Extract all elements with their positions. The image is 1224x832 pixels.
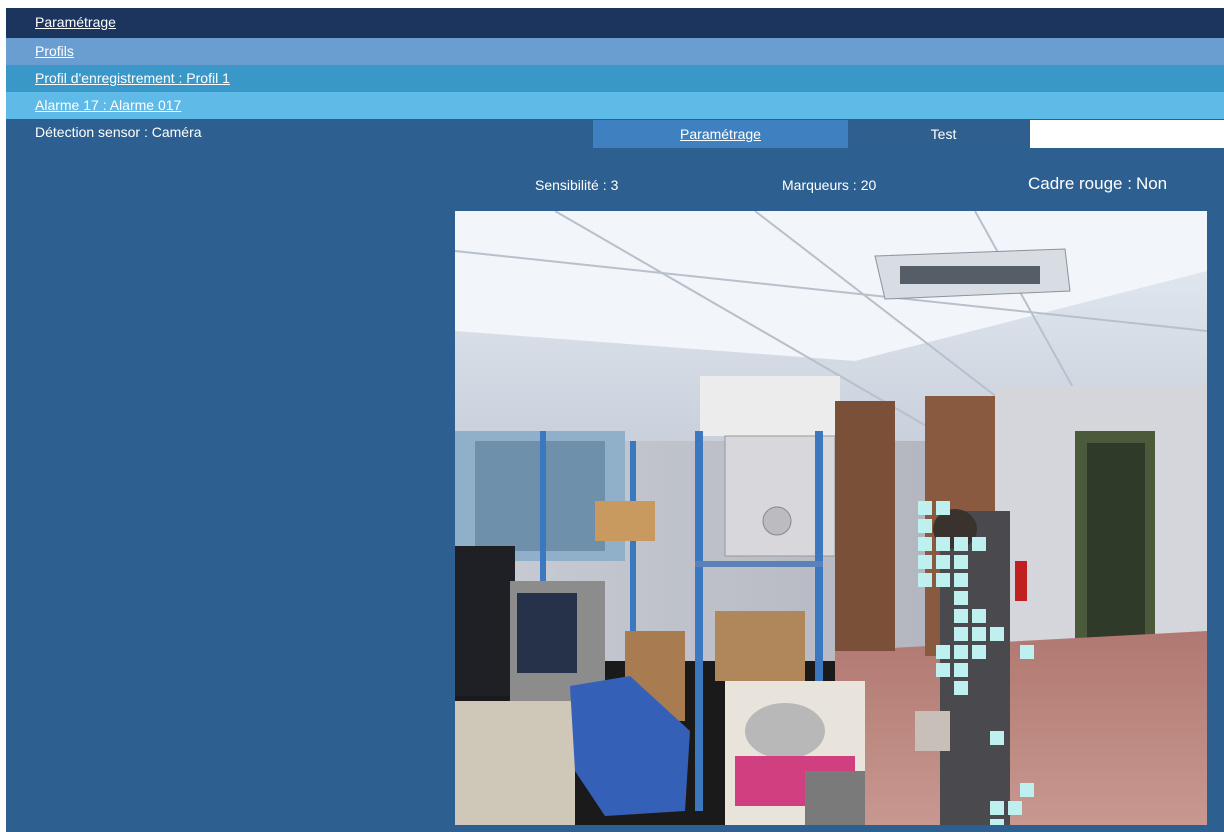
breadcrumb-alarme-link[interactable]: Alarme 17 : Alarme 017 <box>35 97 181 113</box>
sensibilite-setting: Sensibilité :3 <box>535 177 618 193</box>
breadcrumb-profil[interactable]: Profil d'enregistrement : Profil 1 <box>6 65 1224 92</box>
breadcrumb-profils[interactable]: Profils <box>6 38 1224 65</box>
detection-label: Détection sensor : Caméra <box>35 124 202 140</box>
tab-strip-filler <box>1030 120 1224 148</box>
breadcrumb-profil-link[interactable]: Profil d'enregistrement : Profil 1 <box>35 70 230 86</box>
marqueurs-value: 20 <box>860 177 877 193</box>
cadre-rouge-setting: Cadre rouge : Non <box>1028 174 1167 194</box>
breadcrumb-parametrage[interactable]: Paramétrage <box>6 8 1224 38</box>
camera-feed-image <box>455 211 1207 825</box>
tab-test[interactable]: Test <box>858 120 1029 148</box>
sensibilite-value: 3 <box>610 177 619 193</box>
cadre-rouge-label: Cadre rouge : <box>1028 174 1132 193</box>
breadcrumb-parametrage-link[interactable]: Paramétrage <box>35 14 116 30</box>
sensibilite-label: Sensibilité : <box>535 177 607 193</box>
marqueurs-setting: Marqueurs :20 <box>782 177 876 193</box>
camera-feed[interactable] <box>455 211 1207 825</box>
cadre-rouge-value: Non <box>1135 174 1168 193</box>
marqueurs-label: Marqueurs : <box>782 177 857 193</box>
app-frame: Paramétrage Profils Profil d'enregistrem… <box>6 8 1224 832</box>
breadcrumb-profils-link[interactable]: Profils <box>35 43 74 59</box>
tab-parametrage[interactable]: Paramétrage <box>593 120 848 148</box>
breadcrumb-alarme[interactable]: Alarme 17 : Alarme 017 <box>6 92 1224 119</box>
